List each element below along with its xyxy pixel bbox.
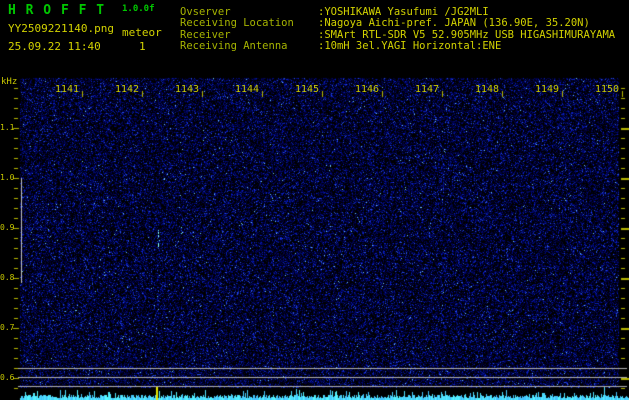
- info-row-value: :Nagoya Aichi-pref. JAPAN (136.90E, 35.2…: [318, 17, 590, 29]
- app-version: 1.0.0f: [122, 4, 155, 14]
- x-tick-label: 1150: [594, 84, 620, 95]
- y-tick-label: 0.7: [0, 323, 15, 332]
- spectrogram-canvas: [0, 0, 629, 400]
- datetime-label: 25.09.22 11:40: [8, 40, 101, 53]
- app-title: H R O F F T: [8, 3, 106, 18]
- x-tick-label: 1147: [414, 84, 440, 95]
- mode-label: meteor: [122, 26, 162, 39]
- meteor-count: 1: [139, 40, 146, 53]
- x-tick-label: 1145: [294, 84, 320, 95]
- x-tick-label: 1146: [354, 84, 380, 95]
- output-filename: YY2509221140.png: [8, 22, 114, 35]
- info-row-label: Receiving Location: [180, 17, 294, 29]
- y-tick-label: 0.8: [0, 273, 15, 282]
- y-tick-label: 1.0: [0, 173, 15, 182]
- info-row-label: Receiving Antenna: [180, 40, 288, 52]
- y-axis-unit-label: kHz: [1, 77, 18, 87]
- info-row: Receiving Antenna :10mH 3el.YAGI Horizont…: [180, 40, 501, 52]
- x-tick-label: 1149: [534, 84, 560, 95]
- x-tick-label: 1142: [114, 84, 140, 95]
- x-tick-label: 1143: [174, 84, 200, 95]
- x-tick-label: 1144: [234, 84, 260, 95]
- info-row-value: :10mH 3el.YAGI Horizontal:ENE: [318, 40, 502, 52]
- info-row: Receiving Location :Nagoya Aichi-pref. JA…: [180, 17, 590, 29]
- hrofft-window: H R O F F T 1.0.0f YY2509221140.png mete…: [0, 0, 629, 400]
- y-tick-label: 0.6: [0, 373, 15, 382]
- x-tick-label: 1141: [54, 84, 80, 95]
- y-tick-label: 1.1: [0, 123, 15, 132]
- x-tick-label: 1148: [474, 84, 500, 95]
- y-tick-label: 0.9: [0, 223, 15, 232]
